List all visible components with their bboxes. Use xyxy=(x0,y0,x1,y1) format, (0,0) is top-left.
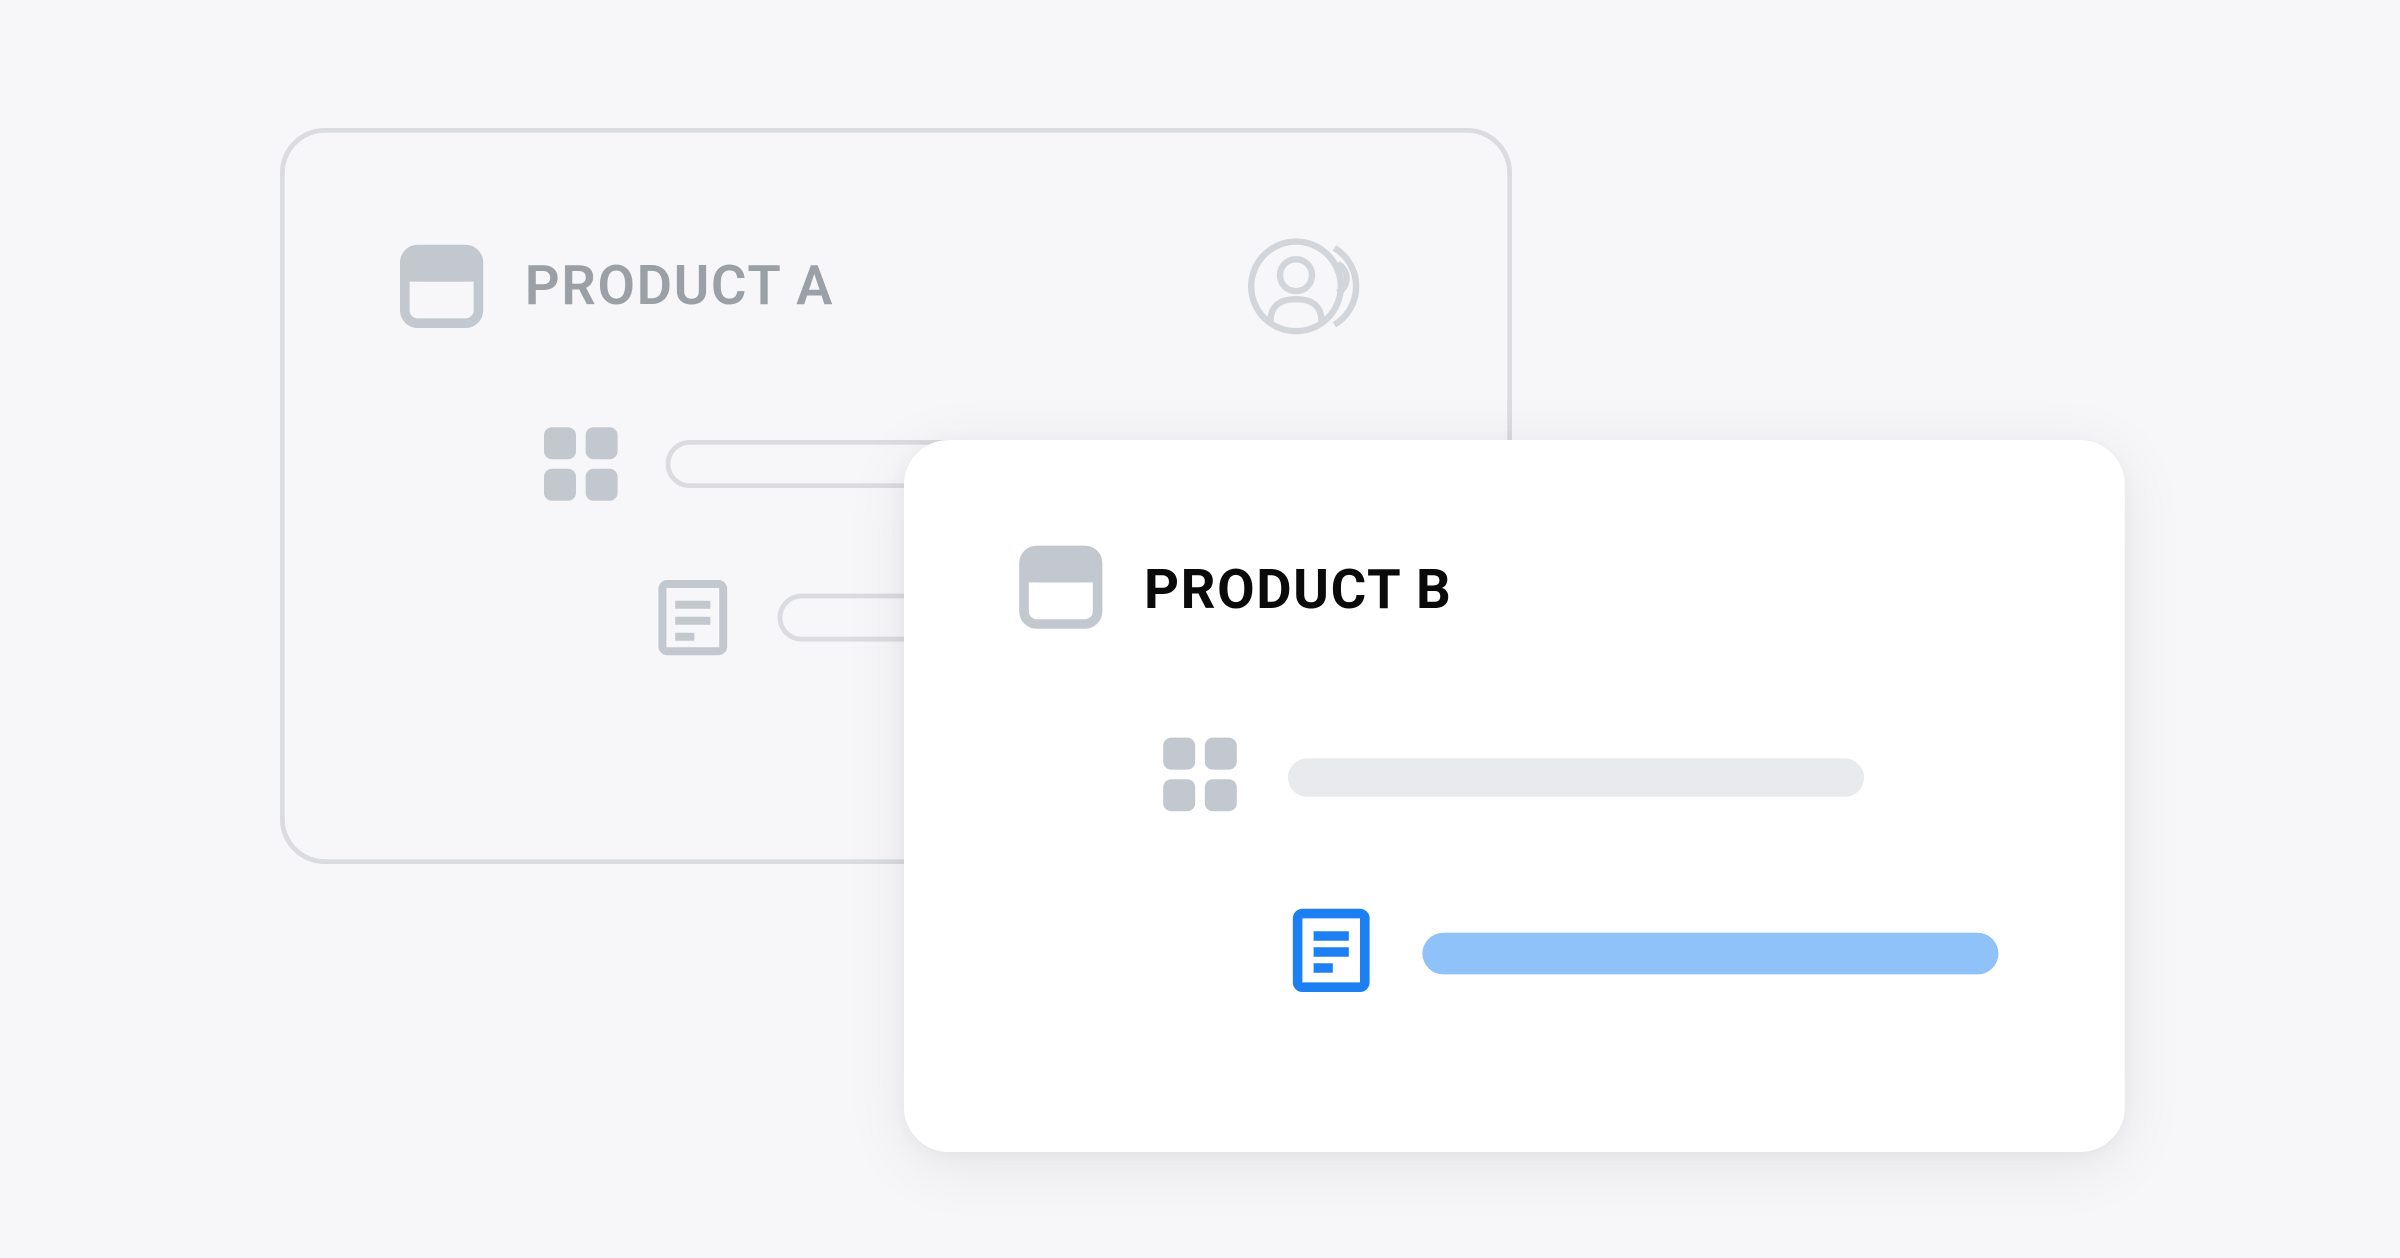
product-b-title: PRODUCT B xyxy=(1144,558,1452,622)
placeholder-line xyxy=(1288,758,1864,796)
grid-icon xyxy=(1160,734,1240,820)
grid-icon xyxy=(541,424,621,504)
product-a-title: PRODUCT A xyxy=(525,254,834,318)
window-icon xyxy=(1016,542,1106,638)
product-a-title-group: PRODUCT A xyxy=(397,242,834,332)
document-icon xyxy=(653,578,733,658)
document-icon xyxy=(1288,907,1374,1000)
product-b-row-1 xyxy=(1016,734,2013,820)
placeholder-line-highlighted xyxy=(1422,933,1998,975)
product-b-header: PRODUCT B xyxy=(1016,542,2013,638)
window-icon xyxy=(397,242,487,332)
product-b-card: PRODUCT B xyxy=(904,440,2125,1152)
people-avatars-icon xyxy=(1242,229,1396,344)
product-a-header: PRODUCT A xyxy=(397,229,1395,344)
product-b-row-2 xyxy=(1016,907,2013,1000)
